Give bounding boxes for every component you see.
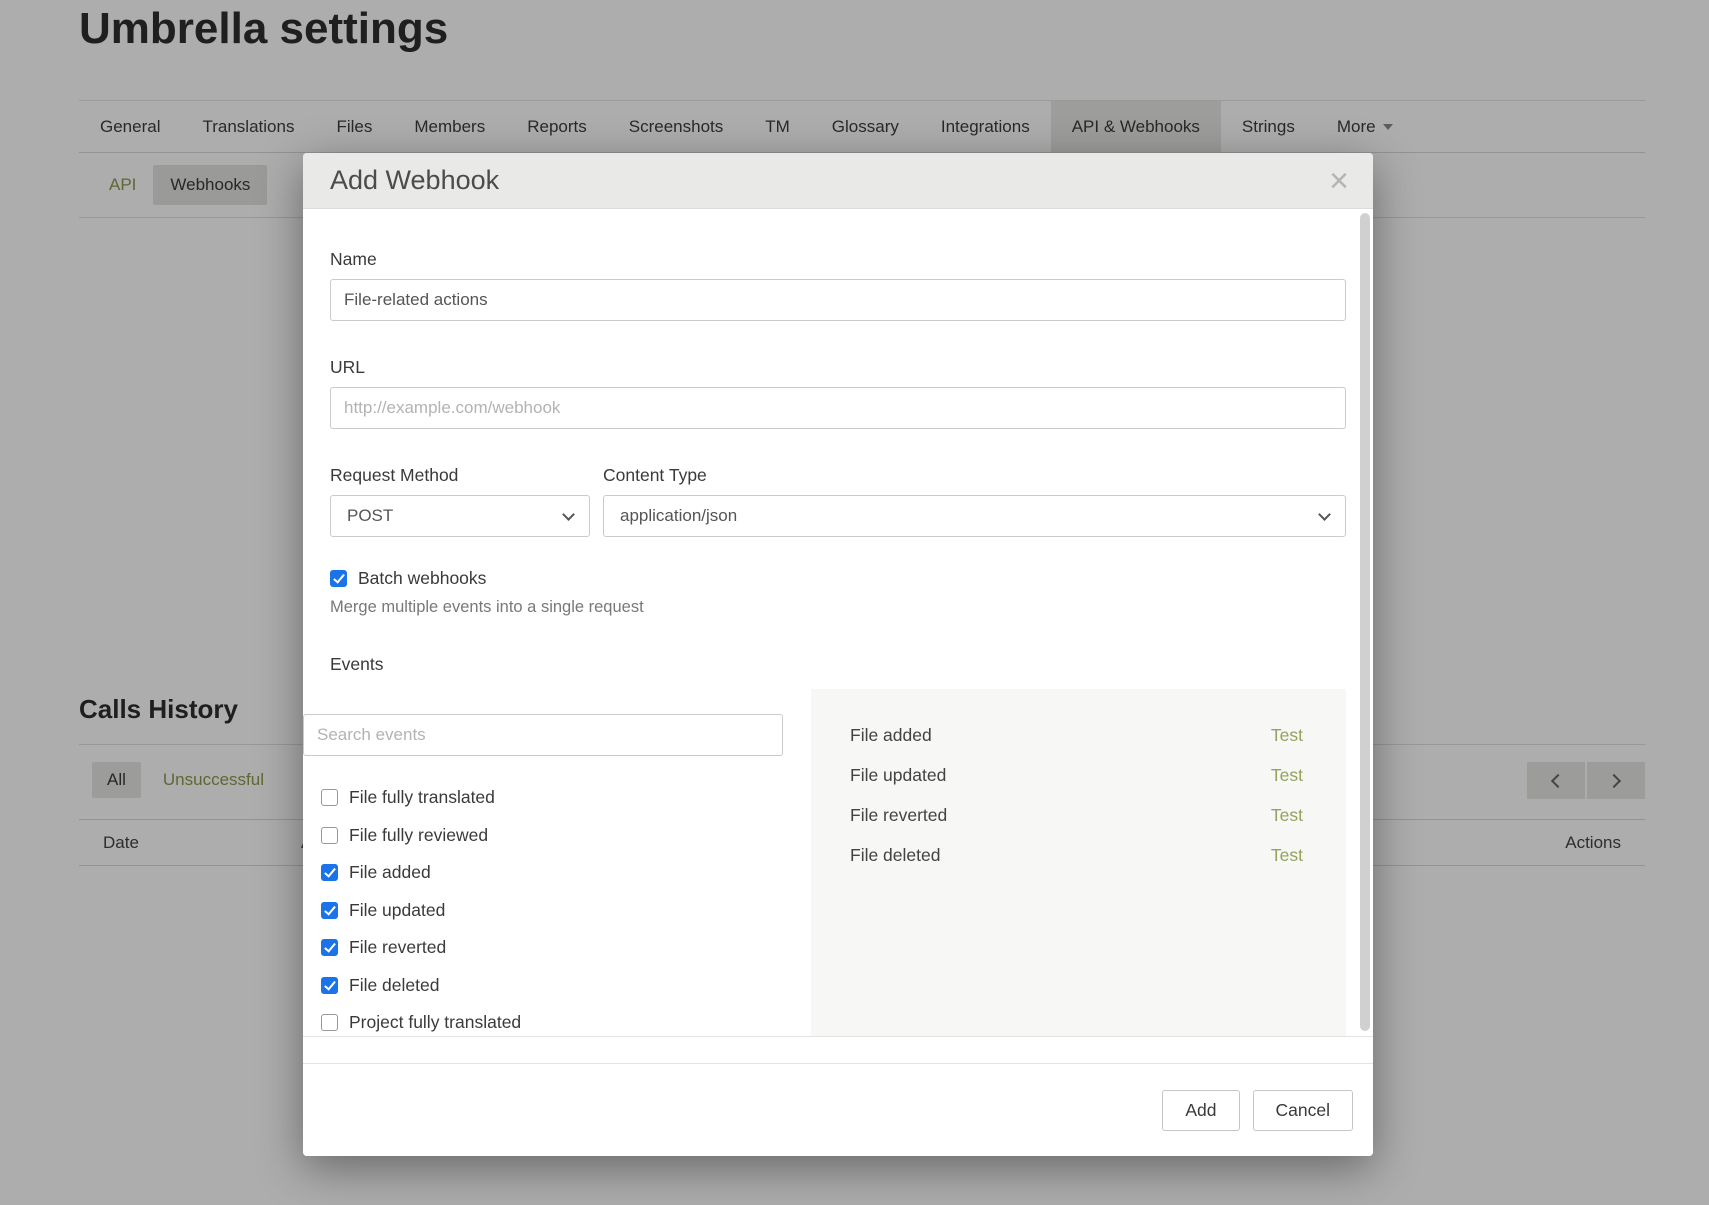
event-option-file-deleted[interactable]: File deleted <box>321 967 781 1005</box>
checkbox[interactable] <box>321 977 338 994</box>
event-option-file-updated[interactable]: File updated <box>321 892 781 930</box>
modal-header: Add Webhook × <box>303 153 1373 209</box>
events-label: Events <box>330 654 1346 675</box>
selected-events-list: File added Test File updated Test File r… <box>811 715 1346 875</box>
url-input[interactable] <box>330 387 1346 429</box>
close-icon[interactable]: × <box>1329 164 1349 198</box>
request-method-label: Request Method <box>330 465 603 486</box>
event-option-file-fully-translated[interactable]: File fully translated <box>321 779 781 817</box>
checkbox[interactable] <box>321 939 338 956</box>
request-method-select[interactable]: POST <box>330 495 590 537</box>
batch-webhooks-option[interactable]: Batch webhooks <box>330 568 1346 589</box>
test-link[interactable]: Test <box>1271 845 1303 866</box>
test-link[interactable]: Test <box>1271 725 1303 746</box>
batch-webhooks-hint: Merge multiple events into a single requ… <box>330 598 1346 617</box>
batch-webhooks-label: Batch webhooks <box>358 568 486 589</box>
content-type-select[interactable]: application/json <box>603 495 1346 537</box>
modal-footer: Add Cancel <box>303 1063 1373 1156</box>
checkbox[interactable] <box>321 1014 338 1031</box>
checkbox[interactable] <box>321 864 338 881</box>
selected-event-row: File deleted Test <box>811 835 1346 875</box>
test-link[interactable]: Test <box>1271 805 1303 826</box>
events-panel: File fully translated File fully reviewe… <box>303 689 1373 1037</box>
event-option-project-fully-translated[interactable]: Project fully translated <box>321 1004 781 1037</box>
name-input[interactable] <box>330 279 1346 321</box>
batch-webhooks-checkbox[interactable] <box>330 570 347 587</box>
modal-title: Add Webhook <box>330 165 1329 196</box>
add-webhook-modal: Add Webhook × Name URL Request Method PO… <box>303 153 1373 1156</box>
checkbox[interactable] <box>321 789 338 806</box>
selected-event-row: File reverted Test <box>811 795 1346 835</box>
content-type-value: application/json <box>620 506 1320 526</box>
search-events-input[interactable] <box>303 714 783 756</box>
request-method-value: POST <box>347 506 564 526</box>
chevron-down-icon <box>1318 508 1331 521</box>
test-link[interactable]: Test <box>1271 765 1303 786</box>
modal-scrollbar[interactable] <box>1360 213 1370 1031</box>
modal-body: Name URL Request Method POST Content Typ… <box>303 249 1373 675</box>
content-type-label: Content Type <box>603 465 1346 486</box>
add-button[interactable]: Add <box>1162 1090 1239 1131</box>
name-label: Name <box>330 249 1346 270</box>
checkbox[interactable] <box>321 902 338 919</box>
checkbox[interactable] <box>321 827 338 844</box>
chevron-down-icon <box>562 508 575 521</box>
selected-event-row: File updated Test <box>811 755 1346 795</box>
event-option-file-reverted[interactable]: File reverted <box>321 929 781 967</box>
cancel-button[interactable]: Cancel <box>1253 1090 1353 1131</box>
event-option-file-added[interactable]: File added <box>321 854 781 892</box>
event-option-file-fully-reviewed[interactable]: File fully reviewed <box>321 817 781 855</box>
event-options-list: File fully translated File fully reviewe… <box>321 779 781 1037</box>
selected-event-row: File added Test <box>811 715 1346 755</box>
url-label: URL <box>330 357 1346 378</box>
